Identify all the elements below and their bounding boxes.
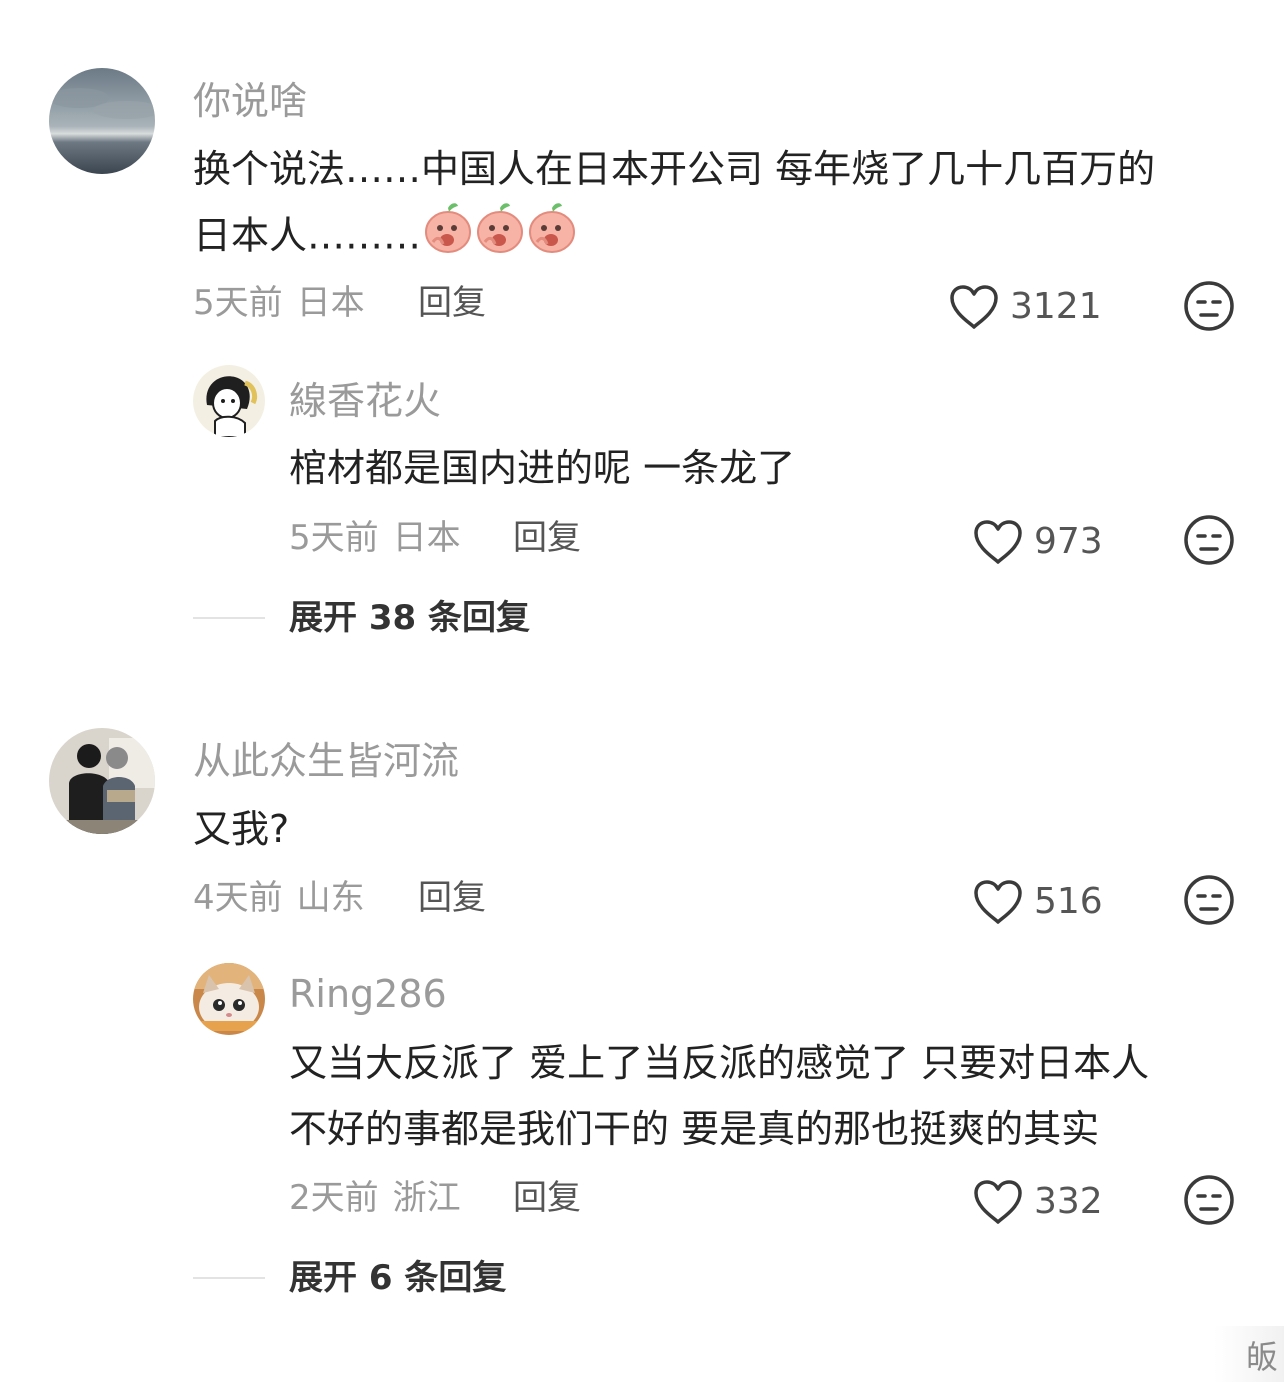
- reply-text: 又当大反派了 爱上了当反派的感觉了 只要对日本人 不好的事都是我们干的 要是真的…: [289, 1030, 1149, 1162]
- heart-outline-icon: [972, 1178, 1024, 1226]
- avatar[interactable]: [193, 365, 265, 437]
- like-count: 3121: [1010, 286, 1102, 327]
- comment-meta: 5天前 日本: [193, 281, 365, 325]
- expand-replies-label: 展开 6 条回复: [289, 1258, 507, 1298]
- divider-line: [193, 1277, 265, 1279]
- reply-text-line: 不好的事都是我们干的 要是真的那也挺爽的其实: [289, 1107, 1100, 1151]
- reply-button[interactable]: 回复: [418, 876, 486, 920]
- reply-button[interactable]: 回复: [513, 1176, 581, 1220]
- reply-button[interactable]: 回复: [513, 516, 581, 560]
- comment-text-line: 换个说法……中国人在日本开公司 每年烧了几十几百万的: [193, 147, 1156, 191]
- comment-text: 又我?: [193, 807, 290, 851]
- like-button[interactable]: 332: [972, 1178, 1103, 1226]
- comment-username[interactable]: 你说啥: [193, 77, 307, 125]
- like-count: 332: [1034, 1181, 1103, 1222]
- reply-text: 棺材都是国内进的呢 一条龙了: [289, 446, 796, 490]
- like-count: 973: [1034, 521, 1103, 562]
- reply-meta: 2天前 浙江: [289, 1176, 461, 1220]
- like-button[interactable]: 3121: [948, 283, 1102, 331]
- avatar[interactable]: [49, 728, 155, 834]
- expand-replies-button[interactable]: 展开 6 条回复: [193, 1256, 506, 1300]
- heart-outline-icon: [972, 518, 1024, 566]
- neutral-face-icon[interactable]: [1183, 1174, 1235, 1230]
- reply-username[interactable]: 線香花火: [289, 377, 441, 425]
- expand-replies-button[interactable]: 展开 38 条回复: [193, 596, 530, 640]
- comment-location: 山东: [296, 878, 365, 918]
- expand-replies-label: 展开 38 条回复: [289, 598, 530, 638]
- heart-outline-icon: [972, 878, 1024, 926]
- avatar[interactable]: [193, 963, 265, 1035]
- like-button[interactable]: 516: [972, 878, 1103, 926]
- reply-time: 5天前: [289, 518, 379, 558]
- comment-meta: 4天前 山东: [193, 876, 365, 920]
- like-button[interactable]: 973: [972, 518, 1103, 566]
- comment-location: 日本: [296, 283, 365, 323]
- reply-location: 日本: [392, 518, 461, 558]
- comment-time: 5天前: [193, 283, 283, 323]
- divider-line: [193, 617, 265, 619]
- peach-face-icon: [527, 202, 577, 274]
- reply-meta: 5天前 日本: [289, 516, 461, 560]
- like-count: 516: [1034, 881, 1103, 922]
- heart-outline-icon: [948, 283, 1000, 331]
- watermark: 皈: [1214, 1326, 1284, 1382]
- reply-location: 浙江: [392, 1178, 461, 1218]
- comment-text-line-with-emoji: 日本人………: [193, 202, 1253, 274]
- reply-button[interactable]: 回复: [418, 281, 486, 325]
- neutral-face-icon[interactable]: [1183, 514, 1235, 570]
- avatar[interactable]: [49, 68, 155, 174]
- neutral-face-icon[interactable]: [1183, 874, 1235, 930]
- comment-text-line: 日本人………: [193, 213, 422, 258]
- comment-text: 换个说法……中国人在日本开公司 每年烧了几十几百万的 日本人………: [193, 136, 1253, 274]
- comment-username[interactable]: 从此众生皆河流: [193, 737, 459, 785]
- reply-time: 2天前: [289, 1178, 379, 1218]
- watermark-char: 皈: [1245, 1338, 1278, 1376]
- reply-text-line: 又当大反派了 爱上了当反派的感觉了 只要对日本人: [289, 1041, 1150, 1085]
- peach-face-icon: [423, 202, 473, 274]
- reply-username[interactable]: Ring286: [289, 970, 447, 1018]
- comment-time: 4天前: [193, 878, 283, 918]
- peach-face-icon: [475, 202, 525, 274]
- neutral-face-icon[interactable]: [1183, 280, 1235, 336]
